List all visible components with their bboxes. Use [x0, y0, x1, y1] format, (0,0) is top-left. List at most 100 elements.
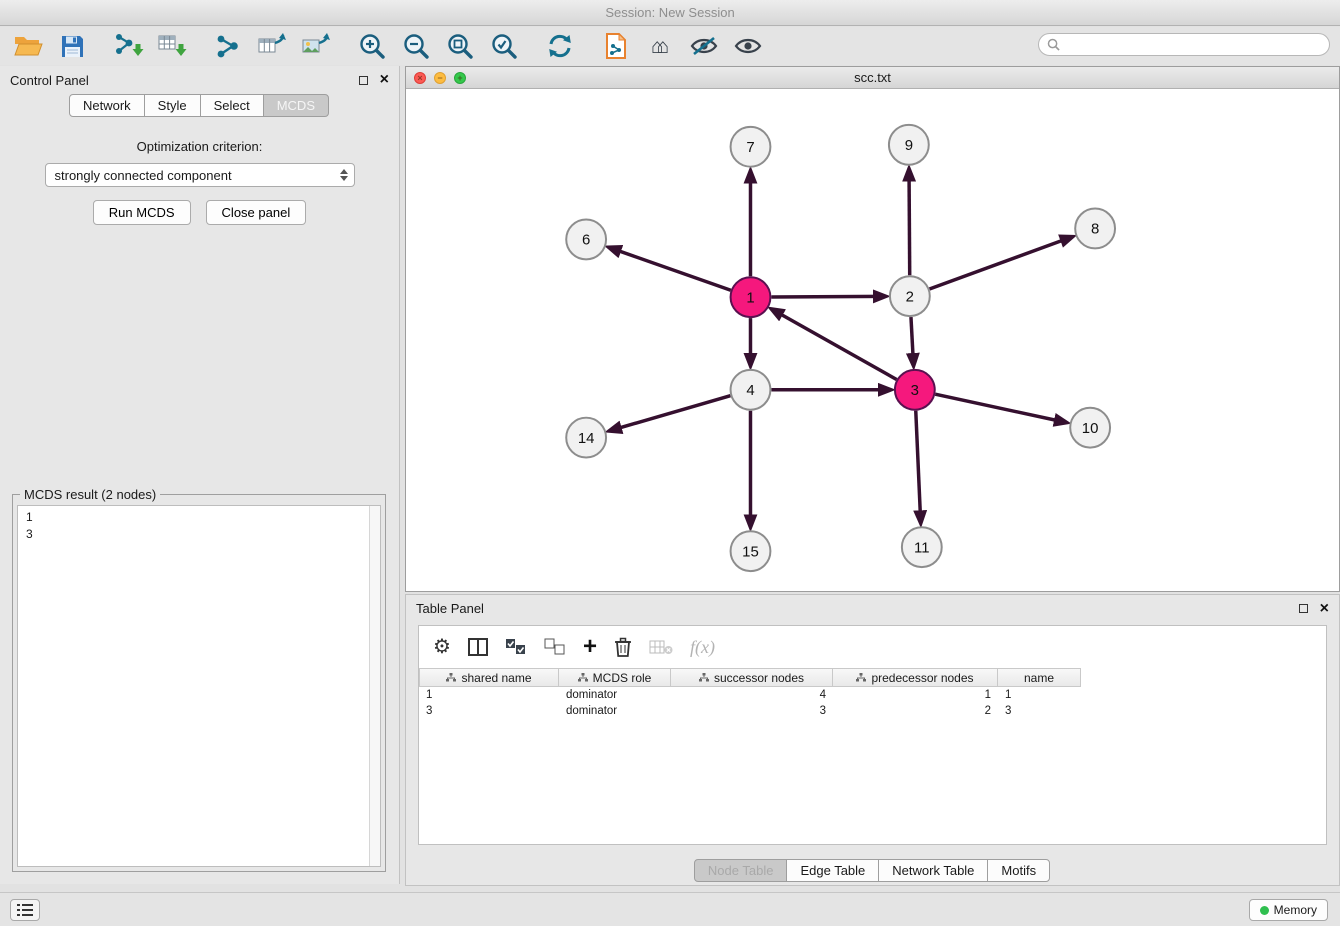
close-table-panel-icon[interactable]: ×: [1320, 601, 1329, 617]
graph-edge-2-8[interactable]: [929, 238, 1068, 289]
tab-mcds[interactable]: MCDS: [263, 94, 329, 117]
cell-successor-nodes[interactable]: 3: [671, 703, 833, 719]
zoom-in-button[interactable]: [350, 29, 394, 63]
network-share-icon: [214, 33, 242, 59]
graph-node-label-2: 2: [906, 288, 914, 305]
cell-shared-name[interactable]: 3: [419, 703, 559, 719]
delete-table-button[interactable]: [649, 639, 673, 655]
show-details-button[interactable]: [726, 29, 770, 63]
mcds-result-area[interactable]: 1 3: [17, 505, 381, 867]
import-network-icon: [113, 32, 144, 60]
table-row[interactable]: 1 dominator 4 1 1: [419, 687, 1326, 703]
graph-node-label-15: 15: [742, 543, 759, 560]
graph-edge-2-9[interactable]: [909, 173, 910, 276]
cell-mcds-role[interactable]: dominator: [559, 703, 671, 719]
tab-motifs[interactable]: Motifs: [987, 859, 1050, 882]
first-neighbors-button[interactable]: ⌂⌂: [638, 29, 682, 63]
float-panel-icon[interactable]: [359, 76, 368, 85]
float-table-panel-icon[interactable]: [1299, 604, 1308, 613]
table-row[interactable]: 3 dominator 3 2 3: [419, 703, 1326, 719]
open-folder-icon: [13, 33, 43, 59]
network-window-title: scc.txt: [854, 70, 891, 85]
graph-edge-1-6[interactable]: [612, 249, 730, 291]
tab-select[interactable]: Select: [200, 94, 264, 117]
cell-predecessor-nodes[interactable]: 2: [833, 703, 998, 719]
control-panel: Control Panel × Network Style Select MCD…: [0, 66, 400, 884]
search-input[interactable]: [1065, 38, 1321, 52]
network-graph[interactable]: 7968124314101511: [406, 89, 1339, 591]
column-label: predecessor nodes: [871, 671, 973, 685]
tab-node-table[interactable]: Node Table: [694, 859, 788, 882]
new-network-button[interactable]: [206, 29, 250, 63]
memory-button[interactable]: Memory: [1249, 899, 1328, 921]
optimization-criterion-select[interactable]: strongly connected component: [45, 163, 355, 187]
import-network-button[interactable]: [106, 29, 150, 63]
save-session-button[interactable]: [50, 29, 94, 63]
zoom-out-button[interactable]: [394, 29, 438, 63]
import-table-button[interactable]: [150, 29, 194, 63]
tab-network[interactable]: Network: [69, 94, 145, 117]
search-box[interactable]: [1038, 33, 1330, 56]
cell-name[interactable]: 3: [998, 703, 1081, 719]
mcds-result-lines: 1 3: [18, 506, 380, 546]
select-all-button[interactable]: [505, 638, 527, 656]
cell-mcds-role[interactable]: dominator: [559, 687, 671, 703]
graph-edge-3-10[interactable]: [935, 394, 1063, 422]
hide-details-button[interactable]: [682, 29, 726, 63]
deselect-all-button[interactable]: [544, 638, 566, 656]
delete-column-button[interactable]: [614, 637, 632, 657]
tab-edge-table[interactable]: Edge Table: [786, 859, 879, 882]
table-settings-button[interactable]: ⚙: [433, 637, 451, 657]
tab-network-table[interactable]: Network Table: [878, 859, 988, 882]
attribute-icon: [856, 673, 866, 682]
eye-icon: [734, 36, 762, 56]
window-close-icon[interactable]: ×: [414, 72, 426, 84]
column-header-successor-nodes[interactable]: successor nodes: [671, 668, 833, 687]
network-window-titlebar[interactable]: × − + scc.txt: [406, 67, 1339, 89]
table-panel: Table Panel × ⚙: [405, 594, 1340, 886]
network-canvas[interactable]: 7968124314101511: [406, 89, 1339, 591]
export-image-button[interactable]: [294, 29, 338, 63]
attribute-icon: [578, 673, 588, 682]
cell-shared-name[interactable]: 1: [419, 687, 559, 703]
cell-name[interactable]: 1: [998, 687, 1081, 703]
function-builder-button[interactable]: f(x): [690, 637, 715, 658]
column-header-mcds-role[interactable]: MCDS role: [559, 668, 671, 687]
graph-edge-3-1[interactable]: [775, 311, 897, 380]
close-panel-button[interactable]: Close panel: [206, 200, 307, 225]
apply-layout-button[interactable]: [538, 29, 582, 63]
open-session-button[interactable]: [6, 29, 50, 63]
zoom-fit-button[interactable]: [438, 29, 482, 63]
close-panel-icon[interactable]: ×: [380, 72, 389, 88]
run-mcds-button[interactable]: Run MCDS: [93, 200, 191, 225]
show-columns-button[interactable]: [468, 638, 488, 656]
window-minimize-icon[interactable]: −: [434, 72, 446, 84]
column-header-shared-name[interactable]: shared name: [419, 668, 559, 687]
graph-node-label-14: 14: [578, 430, 595, 447]
eye-slash-icon: [690, 36, 718, 56]
column-label: shared name: [461, 671, 531, 685]
control-panel-tabs: Network Style Select MCDS: [0, 94, 399, 117]
app-title: Session: New Session: [605, 5, 734, 20]
zoom-selected-button[interactable]: [482, 29, 526, 63]
graph-edge-2-3[interactable]: [911, 317, 913, 362]
graph-edge-4-14[interactable]: [613, 396, 730, 430]
window-zoom-icon[interactable]: +: [454, 72, 466, 84]
tab-style[interactable]: Style: [144, 94, 201, 117]
graph-edge-1-2[interactable]: [771, 296, 882, 297]
export-image-icon: [301, 33, 331, 59]
graph-node-label-7: 7: [746, 139, 754, 156]
status-bar: Memory: [0, 892, 1340, 926]
add-column-button[interactable]: +: [583, 635, 597, 659]
graph-edge-3-11[interactable]: [916, 411, 921, 520]
memory-label: Memory: [1274, 903, 1317, 917]
column-header-predecessor-nodes[interactable]: predecessor nodes: [833, 668, 998, 687]
copy-network-button[interactable]: [594, 29, 638, 63]
fx-icon: f(x): [690, 637, 715, 658]
cell-predecessor-nodes[interactable]: 1: [833, 687, 998, 703]
column-header-name[interactable]: name: [998, 668, 1081, 687]
cell-successor-nodes[interactable]: 4: [671, 687, 833, 703]
result-scrollbar[interactable]: [369, 506, 380, 866]
task-history-button[interactable]: [10, 899, 40, 921]
export-table-button[interactable]: [250, 29, 294, 63]
